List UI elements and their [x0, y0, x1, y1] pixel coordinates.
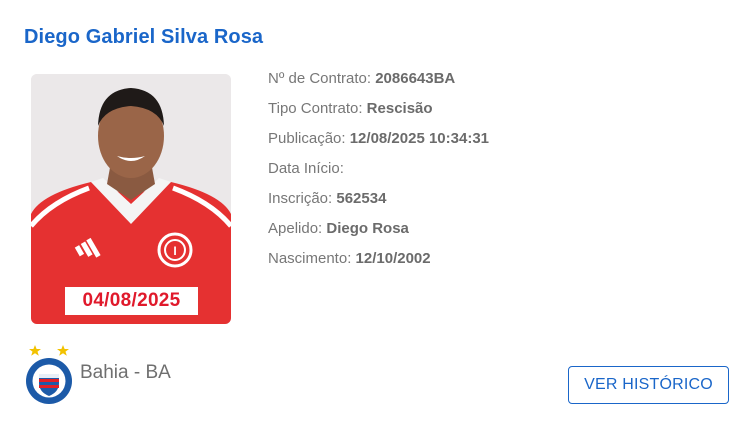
detail-label: Tipo Contrato:: [268, 100, 367, 117]
detail-contract-number: Nº de Contrato: 2086643BA: [268, 69, 489, 99]
detail-publication: Publicação: 12/08/2025 10:34:31: [268, 129, 489, 159]
detail-registration: Inscrição: 562534: [268, 189, 489, 219]
detail-label: Nascimento:: [268, 250, 356, 267]
club-crest-icon: [26, 345, 72, 404]
detail-value: 12/10/2002: [355, 250, 431, 267]
detail-contract-type: Tipo Contrato: Rescisão: [268, 99, 489, 129]
view-history-button[interactable]: VER HISTÓRICO: [568, 366, 729, 404]
detail-label: Data Início:: [268, 160, 344, 177]
player-card: Diego Gabriel Silva Rosa I 04/08/2025 Nº…: [0, 0, 754, 432]
detail-value: Diego Rosa: [326, 220, 409, 237]
detail-nickname: Apelido: Diego Rosa: [268, 219, 489, 249]
photo-date-stamp: 04/08/2025: [65, 287, 198, 315]
detail-value: Rescisão: [366, 100, 433, 117]
detail-label: Apelido:: [268, 220, 327, 237]
detail-value: 562534: [336, 190, 387, 207]
contract-details: Nº de Contrato: 2086643BA Tipo Contrato:…: [268, 69, 489, 279]
detail-label: Inscrição:: [268, 190, 337, 207]
player-photo: I 04/08/2025: [31, 74, 231, 324]
detail-start-date: Data Início:: [268, 159, 489, 189]
club-name: Bahia - BA: [80, 362, 171, 383]
svg-text:I: I: [173, 244, 176, 258]
detail-label: Nº de Contrato:: [268, 70, 376, 87]
detail-birth-date: Nascimento: 12/10/2002: [268, 249, 489, 279]
player-name: Diego Gabriel Silva Rosa: [24, 26, 264, 48]
detail-value: 12/08/2025 10:34:31: [349, 130, 490, 147]
detail-value: 2086643BA: [375, 70, 456, 87]
detail-label: Publicação:: [268, 130, 350, 147]
